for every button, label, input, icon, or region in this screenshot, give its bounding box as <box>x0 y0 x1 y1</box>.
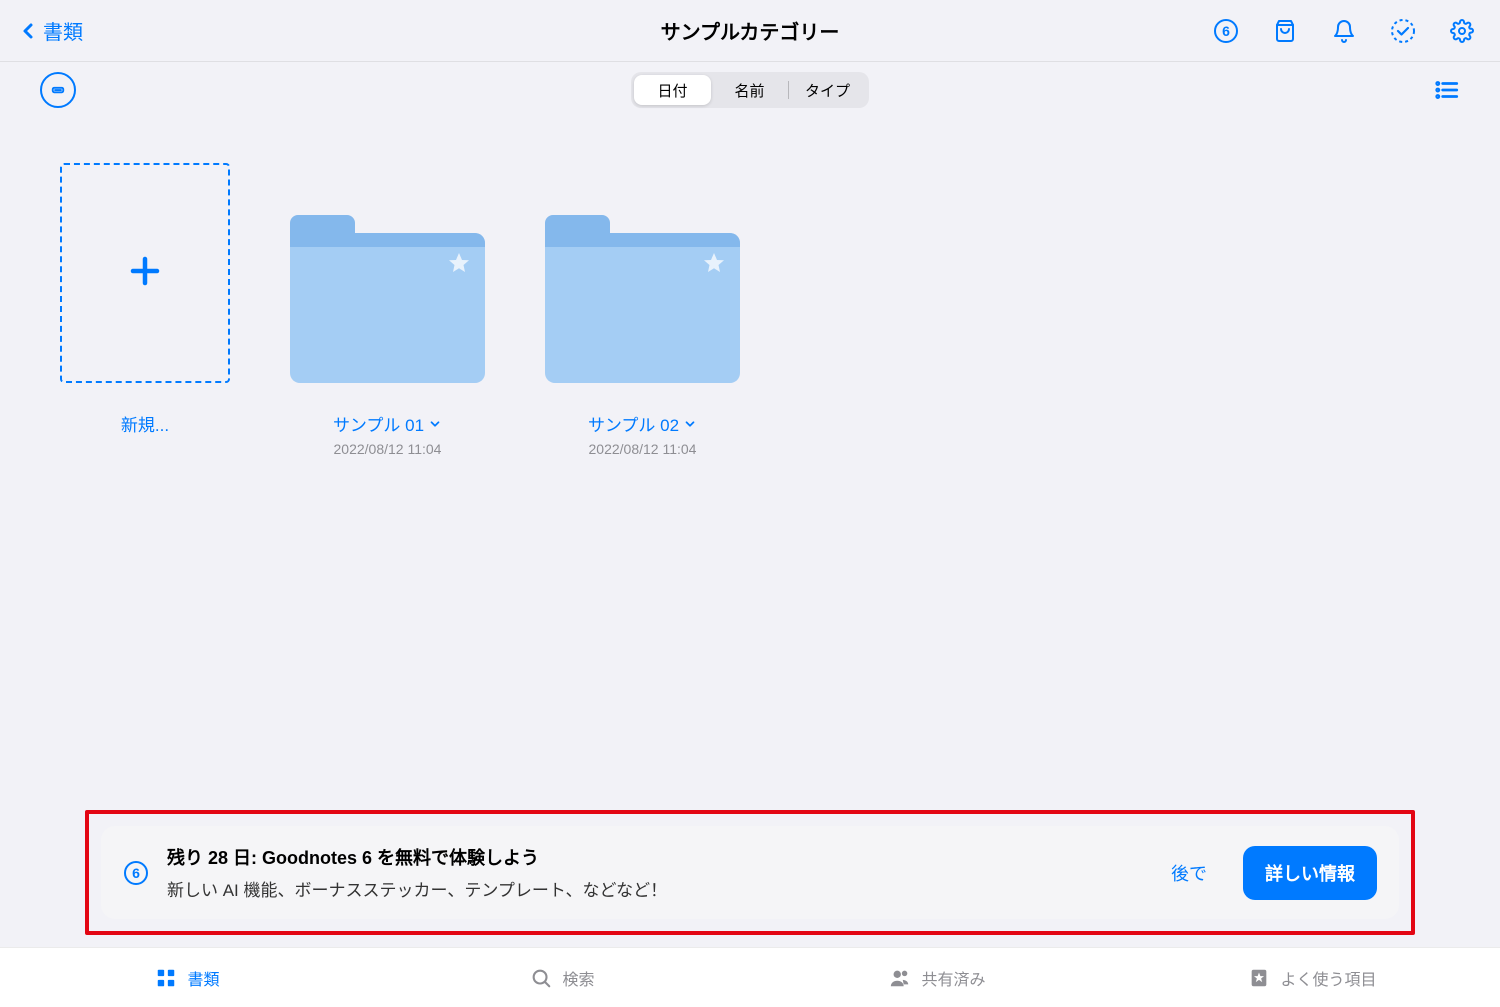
promo-highlight: 6 残り 28 日: Goodnotes 6 を無料で体験しよう 新しい AI … <box>85 810 1415 935</box>
nav-actions: 6 <box>1213 18 1475 44</box>
tab-documents[interactable]: 書類 <box>0 966 375 990</box>
promo-subtitle: 新しい AI 機能、ボーナスステッカー、テンプレート、などなど！ <box>167 876 667 901</box>
sort-name[interactable]: 名前 <box>711 75 788 105</box>
promo-title: 残り 28 日: Goodnotes 6 を無料で体験しよう <box>167 844 667 870</box>
folder-date: 2022/08/12 11:04 <box>334 441 442 457</box>
promo-cta-button[interactable]: 詳しい情報 <box>1243 846 1377 900</box>
tab-shared[interactable]: 共有済み <box>750 966 1125 990</box>
bell-icon[interactable] <box>1331 18 1357 44</box>
folder-name: サンプル 02 <box>588 411 679 436</box>
search-icon <box>530 967 552 989</box>
back-label: 書類 <box>43 16 83 45</box>
chevron-down-icon <box>683 417 697 431</box>
chevron-left-icon <box>15 18 41 44</box>
folder-open[interactable] <box>545 163 740 383</box>
tab-label: 検索 <box>562 966 594 990</box>
folder-name-button[interactable]: サンプル 02 <box>588 411 697 436</box>
select-mode-button[interactable] <box>40 72 76 108</box>
people-icon <box>889 967 911 989</box>
shop-icon[interactable] <box>1272 18 1298 44</box>
badge-six-icon: 6 <box>123 860 149 886</box>
sort-date[interactable]: 日付 <box>634 75 711 105</box>
folder-name-button[interactable]: サンプル 01 <box>333 411 442 436</box>
chevron-down-icon <box>428 417 442 431</box>
top-nav: 書類 サンプルカテゴリー 6 <box>0 0 1500 62</box>
toolbar: 日付 名前 タイプ <box>0 62 1500 118</box>
grid-icon <box>155 967 177 989</box>
list-view-button[interactable] <box>1434 77 1460 103</box>
tab-label: 共有済み <box>921 966 985 990</box>
svg-text:6: 6 <box>132 865 140 881</box>
folder-tile: サンプル 01 2022/08/12 11:04 <box>290 163 485 457</box>
svg-text:6: 6 <box>1222 23 1230 39</box>
promo-text: 残り 28 日: Goodnotes 6 を無料で体験しよう 新しい AI 機能… <box>167 844 667 901</box>
document-grid: 新規... サンプル 01 2022/08/12 11:04 <box>0 118 1500 502</box>
promo-later-button[interactable]: 後で <box>1153 860 1225 886</box>
bottom-tabbar: 書類 検索 共有済み よく使う項目 <box>0 947 1500 1007</box>
tab-favorites[interactable]: よく使う項目 <box>1125 966 1500 990</box>
sort-segmented-control: 日付 名前 タイプ <box>631 72 869 108</box>
star-bookmark-icon <box>1248 967 1270 989</box>
tab-label: よく使う項目 <box>1280 966 1376 990</box>
new-item-tile: 新規... <box>60 163 230 457</box>
tab-search[interactable]: 検索 <box>375 966 750 990</box>
star-icon[interactable] <box>447 251 471 280</box>
tab-label: 書類 <box>187 966 219 990</box>
back-button[interactable]: 書類 <box>15 16 83 45</box>
page-title: サンプルカテゴリー <box>661 16 840 45</box>
folder-name: サンプル 01 <box>333 411 424 436</box>
new-button[interactable] <box>60 163 230 383</box>
folder-date: 2022/08/12 11:04 <box>589 441 697 457</box>
gear-icon[interactable] <box>1449 18 1475 44</box>
promo-banner: 6 残り 28 日: Goodnotes 6 を無料で体験しよう 新しい AI … <box>101 826 1399 919</box>
star-icon[interactable] <box>702 251 726 280</box>
folder-open[interactable] <box>290 163 485 383</box>
sort-type[interactable]: タイプ <box>789 75 866 105</box>
badge-six-icon[interactable]: 6 <box>1213 18 1239 44</box>
folder-tile: サンプル 02 2022/08/12 11:04 <box>545 163 740 457</box>
plus-icon <box>127 253 163 294</box>
new-label[interactable]: 新規... <box>121 411 169 436</box>
check-dashed-icon[interactable] <box>1390 18 1416 44</box>
